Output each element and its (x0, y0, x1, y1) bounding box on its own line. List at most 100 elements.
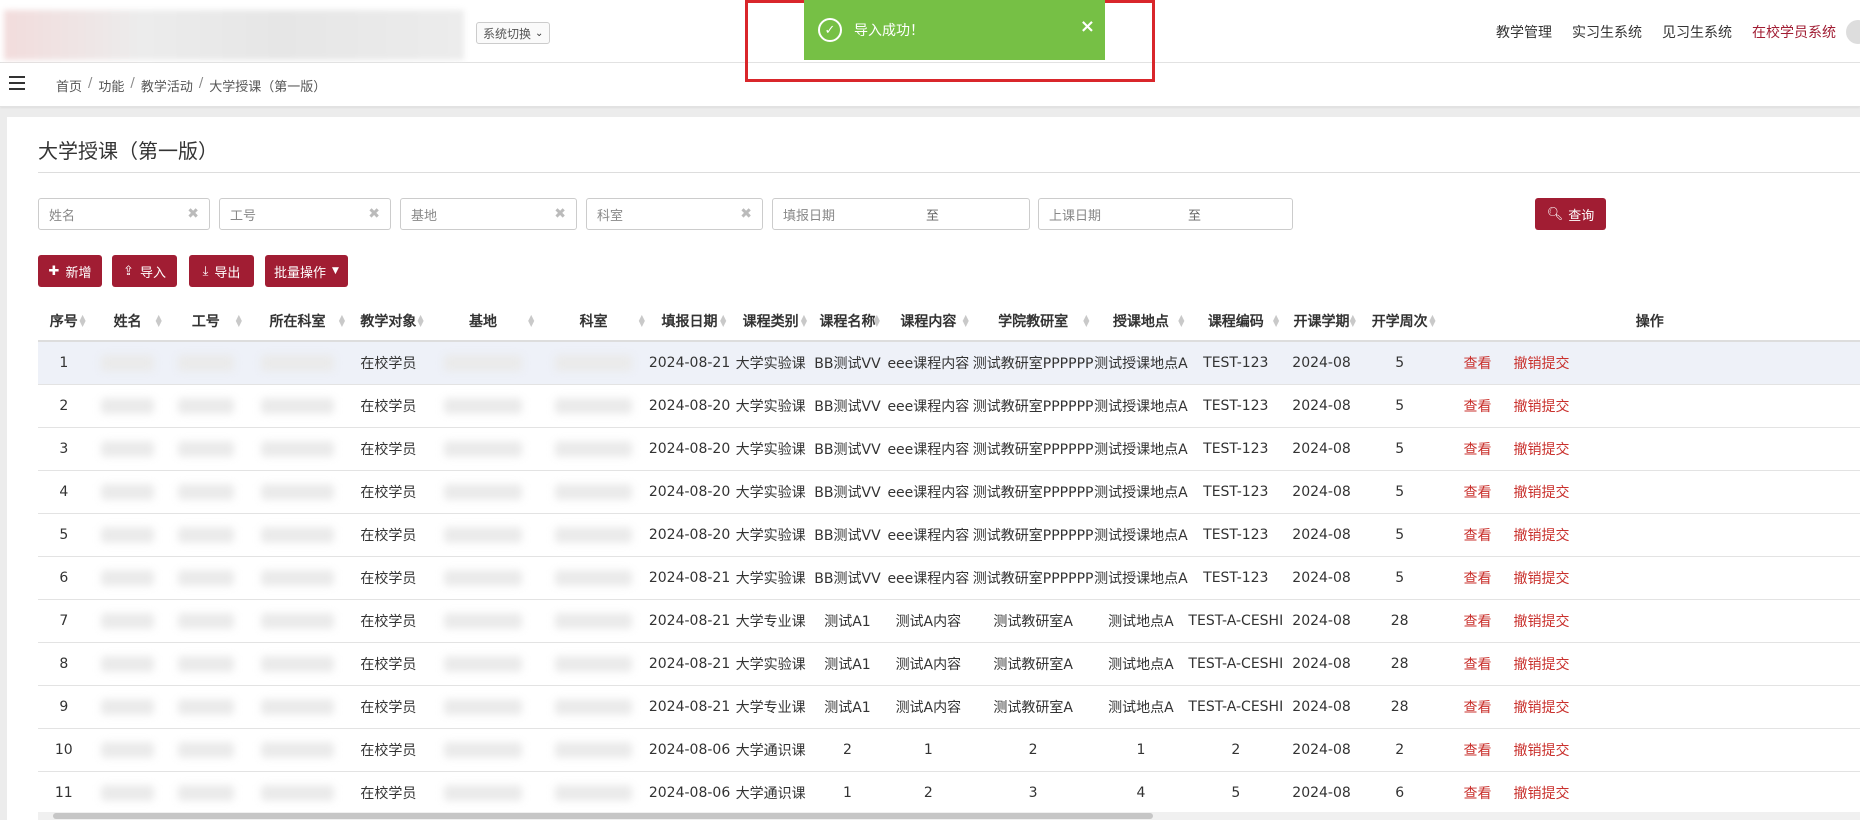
redacted-value (177, 440, 234, 457)
revoke-submit-link[interactable]: 撤销提交 (1513, 614, 1569, 630)
column-header[interactable]: 课程编码 ▲ ▼ (1188, 301, 1284, 342)
menu-toggle-icon[interactable] (9, 76, 25, 90)
system-switch-select[interactable]: 系统切换 ⌄ (476, 22, 551, 44)
sort-icon[interactable]: ▲ ▼ (418, 314, 424, 328)
sort-icon[interactable]: ▲ ▼ (1429, 314, 1435, 328)
sort-icon[interactable]: ▲ ▼ (874, 314, 880, 328)
revoke-submit-link[interactable]: 撤销提交 (1513, 485, 1569, 501)
fill-date-range-input[interactable]: 填报日期 至 (772, 198, 1030, 230)
view-link[interactable]: 查看 (1463, 442, 1491, 458)
table-row[interactable]: 2 在校学员 2024-08-20 大学实验课 BB测试VV eee课程内容 测试教研室PP… (38, 383, 1860, 427)
sort-icon[interactable]: ▲ ▼ (339, 314, 345, 328)
sort-icon[interactable]: ▲ ▼ (236, 314, 242, 328)
table-row[interactable]: 7 在校学员 2024-08-21 大学专业课 测试A1 测试A内容 测试教研室A 测试地点A… (38, 598, 1860, 642)
query-button[interactable]: 🔍︎ 查询 (1535, 198, 1606, 230)
close-icon[interactable]: × (1080, 16, 1095, 37)
clear-icon[interactable]: ✖ (368, 206, 380, 222)
sort-icon[interactable]: ▲ ▼ (1273, 314, 1279, 328)
table-row[interactable]: 8 在校学员 2024-08-21 大学实验课 测试A1 测试A内容 测试教研室A 测试地点A… (38, 641, 1860, 685)
sort-icon[interactable]: ▲ ▼ (801, 314, 807, 328)
column-header[interactable]: 课程名称 ▲ ▼ (811, 301, 884, 342)
clear-icon[interactable]: ✖ (187, 206, 199, 222)
column-header[interactable]: 基地 ▲ ▼ (427, 301, 539, 342)
view-link[interactable]: 查看 (1463, 614, 1491, 630)
cell-term: 2024-08 (1283, 512, 1360, 556)
column-header[interactable]: 教学对象 ▲ ▼ (349, 301, 428, 342)
view-link[interactable]: 查看 (1463, 571, 1491, 587)
revoke-submit-link[interactable]: 撤销提交 (1513, 786, 1569, 802)
table-row[interactable]: 6 在校学员 2024-08-21 大学实验课 BB测试VV eee课程内容 测试教研室PP… (38, 555, 1860, 599)
department-filter-select[interactable]: 科室 ✖ (586, 198, 763, 230)
column-header[interactable]: 序号 ▲ ▼ (38, 301, 90, 342)
breadcrumb-teaching-activity[interactable]: 教学活动 (141, 76, 193, 95)
sort-icon[interactable]: ▲ ▼ (79, 314, 85, 328)
sort-icon[interactable]: ▲ ▼ (528, 314, 534, 328)
view-link[interactable]: 查看 (1463, 528, 1491, 544)
revoke-submit-link[interactable]: 撤销提交 (1513, 700, 1569, 716)
column-header[interactable]: 学院教研室 ▲ ▼ (972, 301, 1094, 342)
column-header[interactable]: 课程内容 ▲ ▼ (883, 301, 973, 342)
breadcrumb-home[interactable]: 首页 (56, 76, 82, 95)
revoke-submit-link[interactable]: 撤销提交 (1513, 657, 1569, 673)
column-header[interactable]: 姓名 ▲ ▼ (89, 301, 166, 342)
breadcrumb-function[interactable]: 功能 (98, 76, 124, 95)
name-filter-input[interactable]: 姓名 ✖ (38, 198, 210, 230)
view-link[interactable]: 查看 (1463, 485, 1491, 501)
redacted-value (261, 526, 334, 543)
staff-id-filter-input[interactable]: 工号 ✖ (219, 198, 391, 230)
nav-student-system[interactable]: 在校学员系统 (1752, 22, 1836, 42)
export-button[interactable]: ⤓ 导出 (189, 255, 254, 287)
view-link[interactable]: 查看 (1463, 399, 1491, 415)
avatar[interactable] (1846, 20, 1860, 44)
view-link[interactable]: 查看 (1463, 743, 1491, 759)
view-link[interactable]: 查看 (1463, 786, 1491, 802)
column-header[interactable]: 工号 ▲ ▼ (165, 301, 246, 342)
nav-teaching-management[interactable]: 教学管理 (1496, 22, 1552, 42)
column-header[interactable]: 所在科室 ▲ ▼ (245, 301, 350, 342)
revoke-submit-link[interactable]: 撤销提交 (1513, 442, 1569, 458)
column-header[interactable]: 填报日期 ▲ ▼ (648, 301, 731, 342)
sort-icon[interactable]: ▲ ▼ (1178, 314, 1184, 328)
view-link[interactable]: 查看 (1463, 356, 1491, 372)
nav-trainee-system[interactable]: 见习生系统 (1662, 22, 1732, 42)
import-button[interactable]: ⇪ 导入 (112, 255, 177, 287)
clear-icon[interactable]: ✖ (554, 206, 566, 222)
revoke-submit-link[interactable]: 撤销提交 (1513, 743, 1569, 759)
view-link[interactable]: 查看 (1463, 657, 1491, 673)
base-filter-select[interactable]: 基地 ✖ (400, 198, 577, 230)
redacted-value (444, 397, 522, 414)
table-row[interactable]: 10 在校学员 2024-08-06 大学通识课 2 1 2 1 2 2024-08 2 查看 撤销提交 (38, 727, 1860, 771)
scrollbar-thumb[interactable] (53, 813, 1153, 819)
sort-icon[interactable]: ▲ ▼ (1350, 314, 1356, 328)
view-link[interactable]: 查看 (1463, 700, 1491, 716)
revoke-submit-link[interactable]: 撤销提交 (1513, 399, 1569, 415)
table-row[interactable]: 11 在校学员 2024-08-06 大学通识课 1 2 3 4 5 2024-08 6 查看 撤销提交 (38, 770, 1860, 814)
table-row[interactable]: 3 在校学员 2024-08-20 大学实验课 BB测试VV eee课程内容 测试教研室PP… (38, 426, 1860, 470)
sort-icon[interactable]: ▲ ▼ (1083, 314, 1089, 328)
column-header[interactable]: 科室 ▲ ▼ (538, 301, 649, 342)
table-row[interactable]: 4 在校学员 2024-08-20 大学实验课 BB测试VV eee课程内容 测试教研室PP… (38, 469, 1860, 513)
nav-intern-system[interactable]: 实习生系统 (1572, 22, 1642, 42)
sort-icon[interactable]: ▲ ▼ (639, 314, 645, 328)
revoke-submit-link[interactable]: 撤销提交 (1513, 356, 1569, 372)
column-header[interactable]: 课程类别 ▲ ▼ (730, 301, 812, 342)
cell-week: 5 (1359, 426, 1440, 470)
sort-icon[interactable]: ▲ ▼ (720, 314, 726, 328)
horizontal-scrollbar[interactable] (38, 812, 1860, 820)
column-header[interactable]: 授课地点 ▲ ▼ (1093, 301, 1189, 342)
revoke-submit-link[interactable]: 撤销提交 (1513, 528, 1569, 544)
table-row[interactable]: 1 在校学员 2024-08-21 大学实验课 BB测试VV eee课程内容 测试教研室PP… (38, 340, 1860, 384)
column-header[interactable]: 开学周次 ▲ ▼ (1359, 301, 1440, 342)
revoke-submit-link[interactable]: 撤销提交 (1513, 571, 1569, 587)
class-date-range-input[interactable]: 上课日期 至 (1038, 198, 1293, 230)
sort-icon[interactable]: ▲ ▼ (156, 314, 162, 328)
add-button[interactable]: ✚ 新增 (38, 255, 102, 287)
clear-icon[interactable]: ✖ (740, 206, 752, 222)
cell-term: 2024-08 (1283, 684, 1360, 728)
column-header[interactable]: 开课学期 ▲ ▼ (1283, 301, 1360, 342)
sort-icon[interactable]: ▲ ▼ (963, 314, 969, 328)
batch-operation-dropdown[interactable]: 批量操作 ▼ (265, 255, 348, 287)
table-row[interactable]: 5 在校学员 2024-08-20 大学实验课 BB测试VV eee课程内容 测试教研室PP… (38, 512, 1860, 556)
table-row[interactable]: 9 在校学员 2024-08-21 大学专业课 测试A1 测试A内容 测试教研室A 测试地点A… (38, 684, 1860, 728)
cell-staff-id (165, 383, 246, 427)
